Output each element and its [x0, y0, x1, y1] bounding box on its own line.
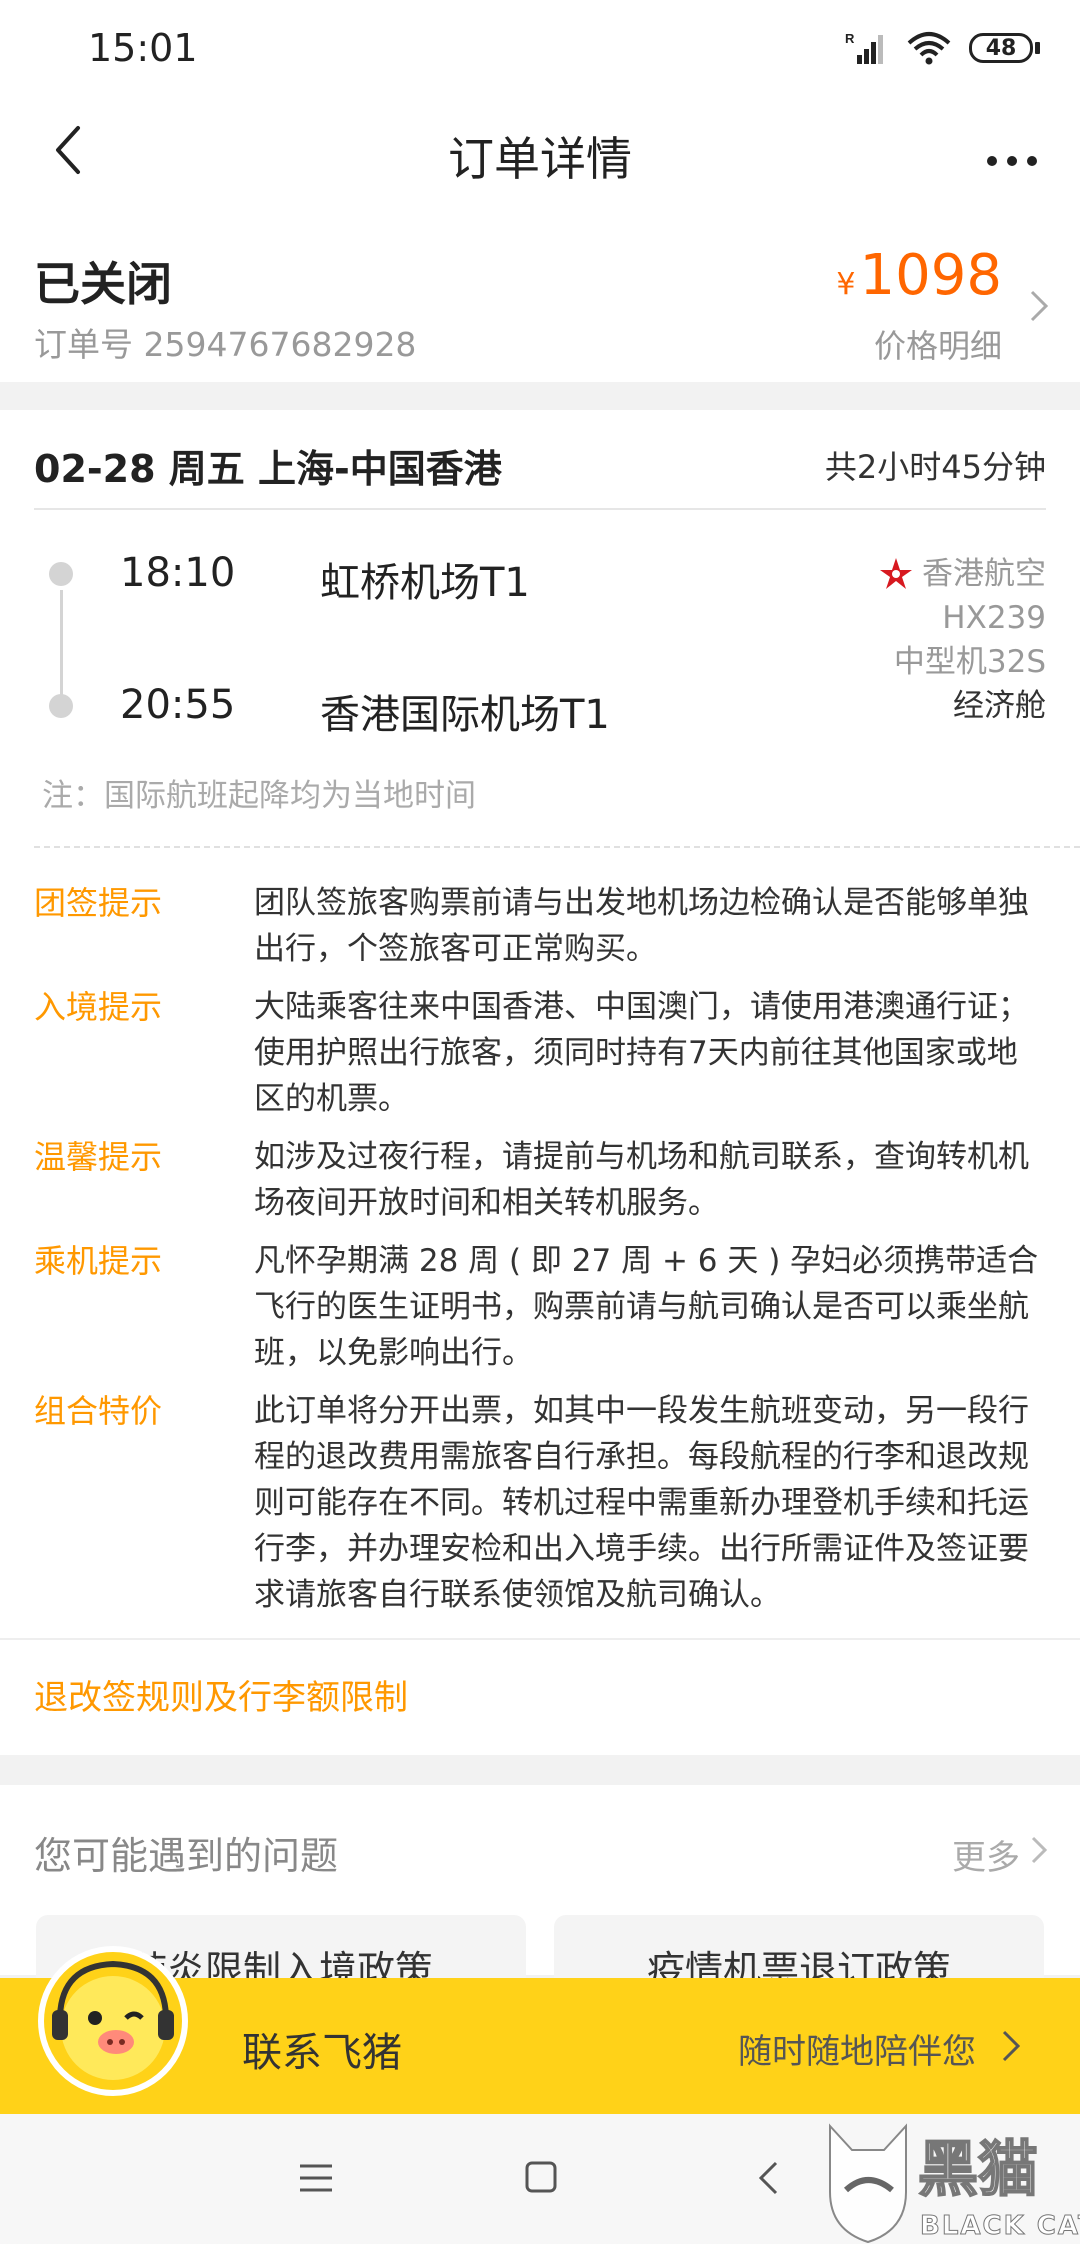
tip-label: 入境提示 [34, 988, 163, 1026]
order-price: ¥1098 [836, 246, 1002, 315]
order-summary: 已关闭 订单号 2594767682928 ¥1098 价格明细 [0, 210, 1080, 382]
chevron-right-icon[interactable] [1028, 288, 1050, 324]
flight-card: 02-28 周五 上海-中国香港 共2小时45分钟 18:10 虹桥机场T1 2… [0, 410, 1080, 1640]
tip-text: 大陆乘客往来中国香港、中国澳门，请使用港澳通行证；使用护照出行旅客，须同时持有7… [254, 989, 1029, 1117]
battery-icon: 48 [969, 33, 1040, 63]
rules-link[interactable]: 退改签规则及行李额限制 [34, 1670, 408, 1719]
tip-row: 温馨提示 如涉及过夜行程，请提前与机场和航司联系，查询转机机场夜间开放时间和相关… [34, 1134, 1046, 1226]
nav-bar: 订单详情 [0, 95, 1080, 210]
airline-info: 香港航空 HX239 中型机32S 经济舱 [878, 552, 1046, 728]
watermark-text: 黑猫 [918, 2135, 1038, 2205]
tip-row: 乘机提示 凡怀孕期满 28 周 ( 即 27 周 + 6 天 ) 孕妇必须携带适… [34, 1238, 1046, 1376]
contact-label: 联系飞猪 [242, 2030, 402, 2076]
cabin-class: 经济舱 [953, 688, 1046, 724]
airline-name: 香港航空 [922, 556, 1046, 592]
currency-symbol: ¥ [836, 267, 856, 302]
svg-text:R: R [845, 31, 855, 46]
battery-level: 48 [969, 33, 1033, 63]
watermark-subtext: BLACK CAT [920, 2211, 1080, 2241]
flight-route: 02-28 周五 上海-中国香港 [34, 447, 502, 491]
timeline-line [60, 590, 63, 706]
tip-text: 团队签旅客购票前请与出发地机场边检确认是否能够单独出行，个签旅客可正常购买。 [254, 885, 1029, 967]
status-bar: 15:01 R 48 [0, 0, 1080, 95]
faq-more-link[interactable]: 更多 [952, 1830, 1020, 1879]
flight-duration: 共2小时45分钟 [824, 448, 1046, 486]
rules-section: 退改签规则及行李额限制 [0, 1640, 1080, 1755]
arrival-time: 20:55 [120, 682, 236, 728]
black-cat-watermark-icon: 黑猫 BLACK CAT [829, 2123, 1080, 2244]
order-number: 订单号 2594767682928 [34, 325, 417, 364]
departure-time: 18:10 [120, 550, 236, 596]
departure-airport: 虹桥机场T1 [320, 560, 530, 606]
arrival-airport: 香港国际机场T1 [320, 692, 610, 738]
aircraft-type: 中型机32S [893, 644, 1046, 680]
tip-label: 团签提示 [34, 884, 163, 922]
airline-logo-icon [880, 558, 912, 589]
menu-icon[interactable] [296, 2162, 336, 2194]
more-icon[interactable] [984, 127, 1040, 187]
time-note: 注：国际航班起降均为当地时间 [42, 778, 476, 814]
chevron-right-icon[interactable] [1030, 1835, 1048, 1865]
tip-row: 组合特价 此订单将分开出票，如其中一段发生航班变动，另一段行程的退改费用需旅客自… [34, 1388, 1046, 1618]
price-value: 1098 [859, 243, 1002, 308]
airline-name-row: 香港航空 [878, 552, 1046, 596]
status-icons: R 48 [845, 28, 1040, 68]
flight-number: HX239 [942, 600, 1046, 636]
tip-label: 组合特价 [34, 1392, 163, 1430]
faq-title: 您可能遇到的问题 [34, 1834, 339, 1878]
fliggy-mascot-icon[interactable] [38, 1946, 188, 2096]
home-icon[interactable] [524, 2160, 558, 2194]
tip-text: 如涉及过夜行程，请提前与机场和航司联系，查询转机机场夜间开放时间和相关转机服务。 [254, 1139, 1029, 1221]
arrival-dot [49, 694, 73, 718]
price-detail-label: 价格明细 [873, 327, 1002, 365]
signal-icon: R [845, 31, 883, 64]
page-title: 订单详情 [448, 132, 632, 186]
tip-row: 入境提示 大陆乘客往来中国香港、中国澳门，请使用港澳通行证；使用护照出行旅客，须… [34, 984, 1046, 1122]
tip-label: 乘机提示 [34, 1242, 163, 1280]
tip-row: 团签提示 团队签旅客购票前请与出发地机场边检确认是否能够单独出行，个签旅客可正常… [34, 880, 1046, 972]
contact-subtitle: 随时随地陪伴您 [738, 2032, 976, 2072]
dashed-divider [34, 846, 1080, 848]
wifi-icon [907, 32, 951, 65]
tip-text: 此订单将分开出票，如其中一段发生航班变动，另一段行程的退改费用需旅客自行承担。每… [254, 1393, 1029, 1613]
chevron-right-icon [1002, 2030, 1021, 2062]
divider [34, 508, 1046, 510]
price-detail-link[interactable]: ¥1098 价格明细 [836, 246, 1002, 367]
tip-text: 凡怀孕期满 28 周 ( 即 27 周 + 6 天 ) 孕妇必须携带适合飞行的医… [254, 1243, 1039, 1371]
tip-label: 温馨提示 [34, 1138, 163, 1176]
back-icon[interactable] [756, 2160, 780, 2196]
status-time: 15:01 [88, 26, 198, 70]
order-status: 已关闭 [34, 257, 172, 311]
departure-dot [49, 562, 73, 586]
